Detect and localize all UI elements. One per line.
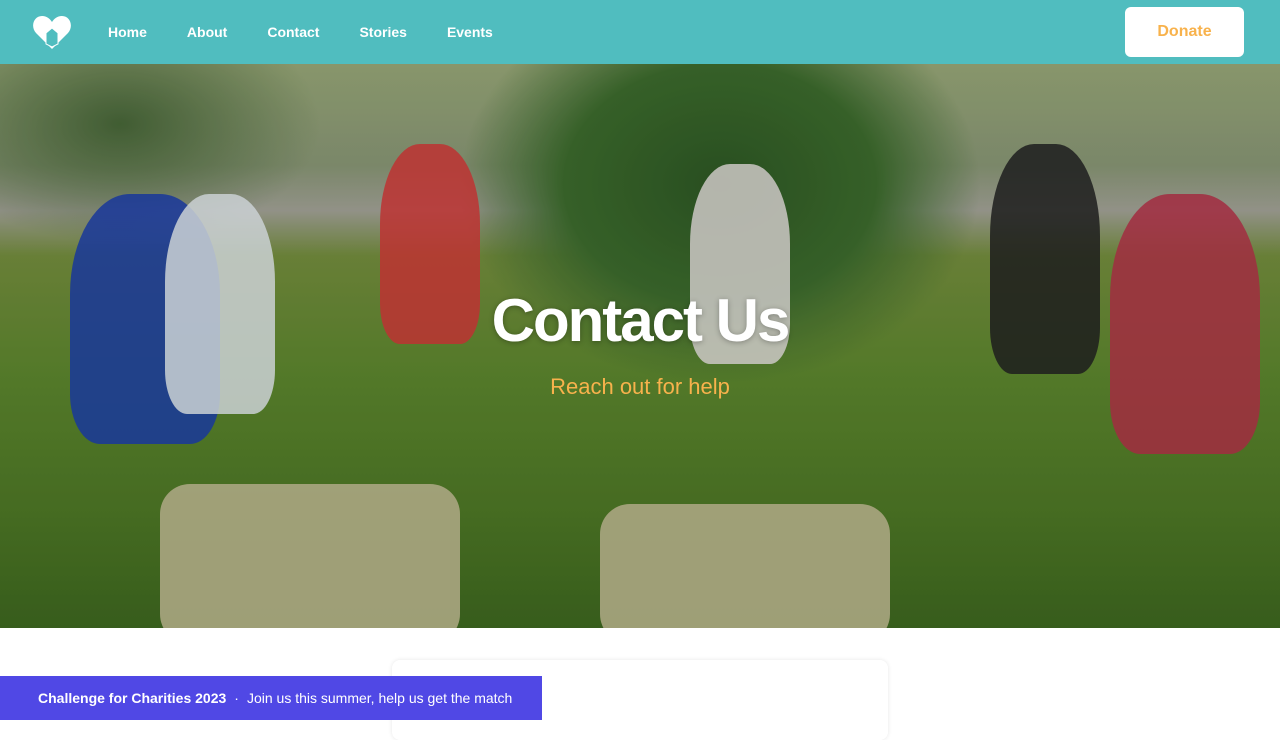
banner-title: Challenge for Charities 2023 — [38, 690, 227, 706]
banner-separator: · — [234, 690, 239, 706]
nav-stories[interactable]: Stories — [359, 24, 406, 40]
top-nav: Home About Contact Stories Events Donate — [0, 0, 1280, 64]
nav-events[interactable]: Events — [447, 24, 493, 40]
nav-contact[interactable]: Contact — [267, 24, 319, 40]
heart-house-icon[interactable] — [32, 14, 72, 50]
hero-image: Contact Us Reach out for help — [0, 64, 1280, 628]
banner-text: Join us this summer, help us get the mat… — [246, 690, 513, 706]
nav-home[interactable]: Home — [108, 24, 147, 40]
announcement-banner[interactable]: Challenge for Charities 2023 · Join us t… — [0, 676, 542, 720]
nav-about[interactable]: About — [187, 24, 227, 40]
donate-button[interactable]: Donate — [1125, 7, 1244, 57]
page-subtitle: Reach out for help — [550, 374, 730, 399]
page-title: Contact Us — [491, 287, 791, 354]
